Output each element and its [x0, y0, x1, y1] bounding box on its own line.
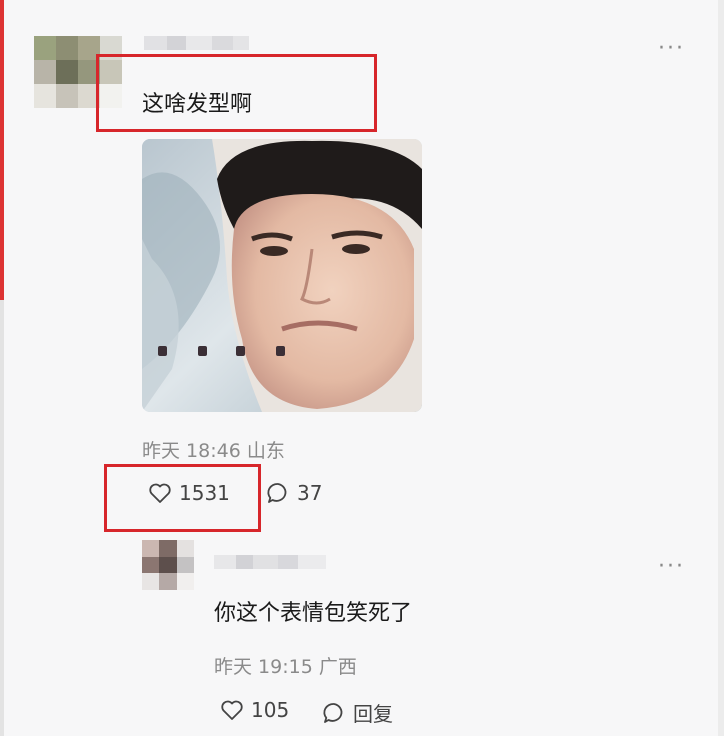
- reply-more-options-icon[interactable]: ···: [658, 556, 685, 578]
- left-edge-strip: [0, 0, 4, 736]
- reply-like-button[interactable]: 105: [220, 698, 289, 722]
- replier-avatar[interactable]: [142, 540, 194, 590]
- speech-bubble-icon: [323, 702, 343, 723]
- reply-location: 广西: [318, 656, 357, 678]
- comment-image[interactable]: [142, 139, 422, 412]
- comment-button[interactable]: 37: [266, 481, 322, 505]
- comment-meta: 昨天 18:46 山东: [142, 436, 285, 463]
- reply-button[interactable]: 回复: [322, 698, 393, 727]
- highlight-box-comment-text: [96, 54, 377, 132]
- commenter-username-blurred[interactable]: [144, 36, 249, 50]
- reply-button-label: 回复: [353, 702, 393, 726]
- reply-like-count: 105: [251, 698, 290, 722]
- replier-username-blurred[interactable]: [214, 555, 326, 569]
- reply-text: 你这个表情包笑死了: [214, 601, 413, 626]
- comment-time: 昨天 18:46: [142, 440, 241, 462]
- reply-meta: 昨天 19:15 广西: [214, 652, 357, 679]
- more-options-icon[interactable]: ···: [658, 38, 685, 60]
- reply-time: 昨天 19:15: [214, 656, 313, 678]
- right-edge-strip: [718, 0, 724, 736]
- speech-bubble-icon: [267, 483, 287, 503]
- comment-location: 山东: [246, 440, 285, 462]
- comment-count: 37: [297, 481, 323, 505]
- heart-outline-icon: [221, 700, 243, 720]
- highlight-box-like-count: [104, 464, 261, 532]
